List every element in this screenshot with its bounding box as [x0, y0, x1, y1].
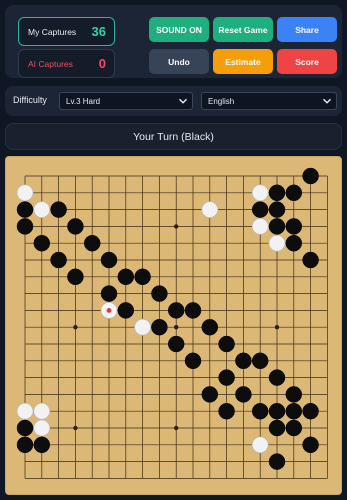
black-stone [83, 234, 101, 252]
black-stone [302, 402, 319, 420]
black-stone [268, 369, 286, 386]
black-stone [33, 436, 51, 454]
white-stone [33, 402, 51, 420]
black-stone [235, 386, 252, 403]
black-stone [268, 419, 286, 437]
black-stone [134, 268, 151, 286]
star-point [73, 425, 78, 431]
ai-captures-label: AI Captures [28, 58, 73, 69]
white-stone [251, 436, 269, 454]
score-button[interactable]: Score [277, 49, 337, 74]
black-stone [268, 402, 286, 420]
score-and-controls-panel: My Captures 36 AI Captures 0 SOUND ON Re… [5, 5, 342, 78]
black-stone [268, 184, 286, 202]
black-stone [33, 234, 51, 252]
go-board[interactable] [5, 156, 342, 495]
star-point [73, 325, 78, 330]
black-stone [218, 369, 235, 386]
white-stone [268, 234, 286, 252]
ai-captures-value: 0 [98, 56, 106, 71]
difficulty-select[interactable]: Lv.3 Hard [59, 92, 193, 110]
black-stone [151, 285, 168, 302]
black-stone [67, 218, 84, 235]
black-stone [50, 251, 67, 269]
settings-bar: Difficulty Lv.3 Hard English [5, 86, 342, 116]
black-stone [285, 218, 303, 235]
black-stone [285, 234, 303, 252]
reset-game-button[interactable]: Reset Game [213, 17, 273, 42]
black-stone [100, 251, 118, 269]
star-point [174, 325, 179, 330]
black-stone [285, 402, 303, 420]
black-stone [235, 352, 252, 370]
black-stone [167, 302, 185, 319]
star-point [274, 325, 280, 330]
black-stone [16, 419, 34, 437]
black-stone [268, 453, 286, 470]
black-stone [67, 268, 84, 286]
black-stone [302, 436, 319, 454]
my-captures-card: My Captures 36 [18, 17, 115, 46]
star-point [174, 425, 179, 431]
black-stone [184, 302, 202, 319]
black-stone [16, 436, 34, 454]
black-stone [201, 318, 219, 336]
white-stone [33, 419, 51, 437]
my-captures-label: My Captures [28, 26, 77, 37]
turn-status-text: Your Turn (Black) [133, 131, 214, 143]
black-stone [285, 184, 303, 202]
chevron-down-icon [322, 98, 332, 104]
white-stone [251, 184, 269, 202]
black-stone [16, 201, 34, 218]
difficulty-value: Lv.3 Hard [66, 96, 101, 106]
black-stone [251, 352, 269, 370]
white-stone [16, 184, 34, 202]
black-stone [251, 201, 269, 218]
black-stone [285, 419, 303, 437]
white-stone [251, 218, 269, 235]
black-stone [151, 318, 168, 336]
black-stone [117, 268, 135, 286]
black-stone [268, 218, 286, 235]
black-stone [117, 302, 135, 319]
white-stone [201, 201, 219, 218]
share-button[interactable]: Share [277, 17, 337, 42]
black-stone [50, 201, 67, 218]
my-captures-value: 36 [91, 24, 106, 39]
language-select[interactable]: English [201, 92, 337, 110]
language-value: English [208, 96, 235, 106]
black-stone [100, 285, 118, 302]
estimate-button[interactable]: Estimate [213, 49, 273, 74]
black-stone [251, 402, 269, 420]
ai-captures-card: AI Captures 0 [18, 49, 115, 78]
white-stone [134, 318, 151, 336]
go-board-canvas[interactable] [6, 157, 343, 496]
white-stone [33, 201, 51, 218]
white-stone [16, 402, 34, 420]
black-stone [268, 201, 286, 218]
black-stone [302, 251, 319, 269]
turn-status-bar: Your Turn (Black) [5, 123, 342, 150]
star-point [174, 224, 179, 229]
chevron-down-icon [178, 98, 188, 104]
sound-toggle-button[interactable]: SOUND ON [149, 17, 209, 42]
black-stone [218, 402, 235, 420]
last-move-marker [106, 308, 112, 313]
black-stone [302, 167, 319, 185]
black-stone [285, 386, 303, 403]
undo-button[interactable]: Undo [149, 49, 209, 74]
black-stone [218, 335, 235, 353]
black-stone [16, 218, 34, 235]
black-stone [184, 352, 202, 370]
black-stone [201, 386, 219, 403]
difficulty-label: Difficulty [13, 95, 47, 105]
black-stone [167, 335, 185, 353]
